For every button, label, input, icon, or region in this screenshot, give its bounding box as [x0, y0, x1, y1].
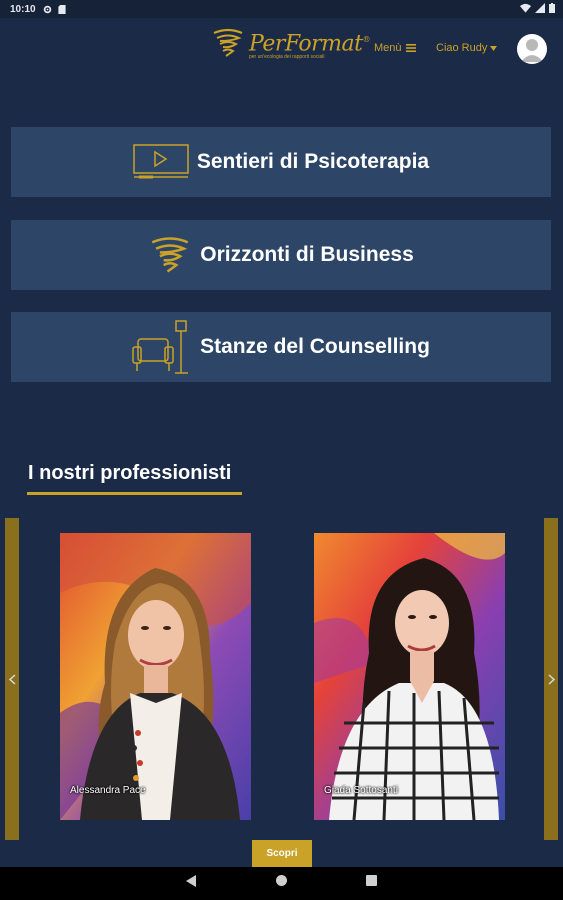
- category-label: Stanze del Counselling: [200, 335, 430, 358]
- logo-name: PerFormat: [249, 31, 363, 57]
- section-underline: [27, 492, 242, 495]
- swirl-logo-icon: [213, 28, 243, 57]
- discover-button[interactable]: Scopri: [252, 840, 312, 867]
- chevron-right-icon: [547, 673, 555, 685]
- category-label: Sentieri di Psicoterapia: [196, 150, 430, 173]
- chevron-left-icon: [8, 673, 16, 685]
- professional-card[interactable]: Alessandra Pace: [60, 533, 251, 820]
- status-bar: 10:10: [0, 0, 563, 18]
- wifi-icon: [520, 3, 531, 13]
- settings-icon: [43, 5, 51, 13]
- caret-down-icon: [490, 45, 498, 51]
- navigation-bar: [0, 867, 563, 900]
- section-title-professionisti: I nostri professionisti: [28, 462, 232, 484]
- professional-card[interactable]: Giada Sottosanti: [314, 533, 505, 820]
- user-greeting: Ciao Rudy: [436, 42, 488, 54]
- home-icon[interactable]: [276, 875, 287, 886]
- carousel-prev-button[interactable]: [5, 518, 19, 840]
- logo-registered: ®: [362, 35, 371, 44]
- category-sentieri-psicoterapia[interactable]: Sentieri di Psicoterapia: [11, 127, 551, 197]
- armchair-lamp-icon: [132, 320, 189, 374]
- signal-icon: [535, 3, 545, 13]
- menu-label: Menù: [374, 42, 402, 54]
- back-icon[interactable]: [186, 875, 197, 887]
- hamburger-icon: [405, 44, 416, 52]
- menu-button[interactable]: Menù: [374, 42, 416, 54]
- user-menu-button[interactable]: Ciao Rudy: [436, 42, 498, 54]
- professional-name: Alessandra Pace: [70, 785, 146, 796]
- professional-photo: [314, 533, 505, 820]
- swirl-logo-icon: [152, 237, 189, 273]
- carousel-next-button[interactable]: [544, 518, 558, 840]
- category-label: Orizzonti di Business: [200, 243, 414, 266]
- user-avatar-icon: [521, 39, 543, 62]
- category-stanze-counselling[interactable]: Stanze del Counselling: [11, 312, 551, 382]
- avatar[interactable]: [517, 34, 547, 64]
- video-player-icon: [133, 144, 189, 179]
- category-orizzonti-business[interactable]: Orizzonti di Business: [11, 220, 551, 290]
- sim-card-icon: [57, 4, 66, 14]
- professional-photo: [60, 533, 251, 820]
- battery-icon: [549, 3, 555, 13]
- logo[interactable]: PerFormat® per un'ecologia dei rapporti …: [211, 28, 370, 60]
- header: PerFormat® per un'ecologia dei rapporti …: [0, 18, 563, 80]
- professional-name: Giada Sottosanti: [324, 785, 398, 796]
- status-time: 10:10: [10, 3, 36, 15]
- recents-icon[interactable]: [366, 875, 377, 886]
